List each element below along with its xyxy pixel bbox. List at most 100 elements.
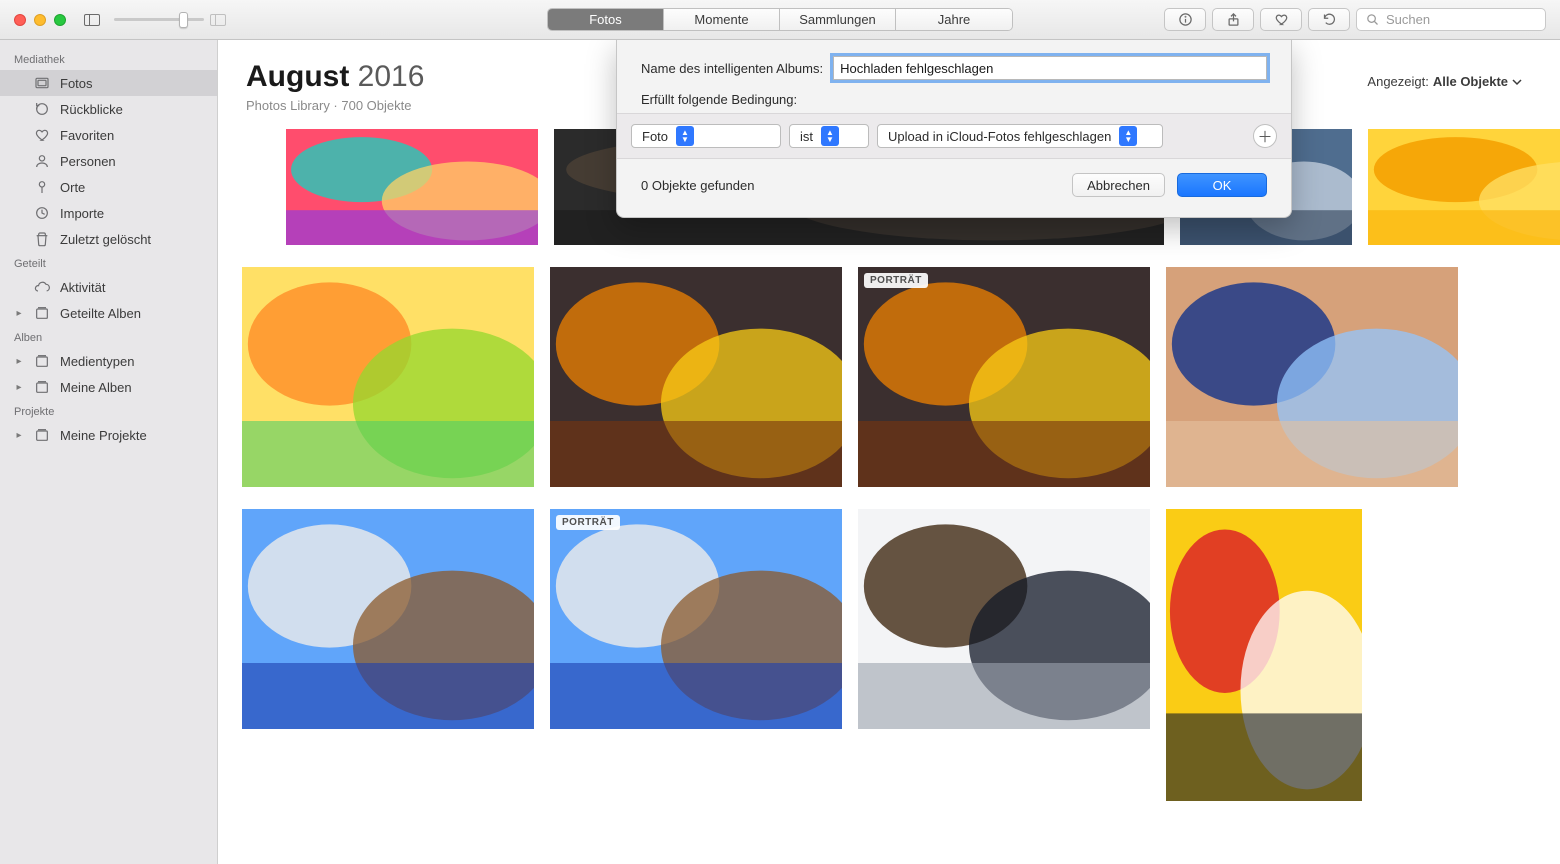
close-window-button[interactable] xyxy=(14,14,26,26)
display-filter-dropdown[interactable]: Angezeigt: Alle Objekte xyxy=(1367,74,1522,89)
person-icon xyxy=(33,152,51,170)
sidebar-item-medientypen[interactable]: ▸ Medientypen xyxy=(0,348,217,374)
disclosure-triangle-icon[interactable]: ▸ xyxy=(14,308,24,319)
sidebar-item-label: Favoriten xyxy=(60,128,207,143)
criteria-field-popup[interactable]: Foto ▲▼ xyxy=(631,124,781,148)
photo-thumbnail[interactable] xyxy=(242,267,534,487)
page-subtitle: Photos Library · 700 Objekte xyxy=(246,98,424,113)
sidebar-toggle-button[interactable] xyxy=(84,14,100,26)
sidebar-item-importe[interactable]: Importe xyxy=(0,200,217,226)
sidebar-item-label: Aktivität xyxy=(60,280,207,295)
sidebar-item-geteilte-alben[interactable]: ▸ Geteilte Alben xyxy=(0,300,217,326)
album-name-input[interactable] xyxy=(833,56,1267,80)
objects-found-label: 0 Objekte gefunden xyxy=(641,178,754,193)
sidebar-item-rückblicke[interactable]: Rückblicke xyxy=(0,96,217,122)
title-month: August xyxy=(246,60,349,93)
photo-grid: PORTRÄT PORTRÄT xyxy=(218,117,1560,825)
sidebar-item-meine-projekte[interactable]: ▸ Meine Projekte xyxy=(0,422,217,448)
search-placeholder: Suchen xyxy=(1386,12,1430,27)
album-icon xyxy=(33,304,51,322)
ok-button[interactable]: OK xyxy=(1177,173,1267,197)
album-name-label: Name des intelligenten Albums: xyxy=(641,61,823,76)
disclosure-triangle-icon[interactable]: ▸ xyxy=(14,356,24,367)
cloud-icon xyxy=(33,278,51,296)
info-icon xyxy=(1178,12,1193,27)
sidebar-item-fotos[interactable]: Fotos xyxy=(0,70,217,96)
slider-thumb[interactable] xyxy=(179,12,188,28)
add-criteria-button[interactable]: ＋ xyxy=(1253,124,1277,148)
criteria-value-popup[interactable]: Upload in iCloud-Fotos fehlgeschlagen ▲▼ xyxy=(877,124,1163,148)
disclosure-triangle-icon[interactable]: ▸ xyxy=(14,430,24,441)
sidebar-item-label: Zuletzt gelöscht xyxy=(60,232,207,247)
rotate-button[interactable] xyxy=(1308,8,1350,31)
tab-jahre[interactable]: Jahre xyxy=(896,9,1012,30)
titlebar: FotosMomenteSammlungenJahre Suchen xyxy=(0,0,1560,40)
portrait-badge: PORTRÄT xyxy=(556,515,620,530)
sidebar-item-aktivität[interactable]: Aktivität xyxy=(0,274,217,300)
sidebar-heading: Geteilt xyxy=(0,252,217,274)
photo-thumbnail[interactable]: PORTRÄT xyxy=(858,267,1150,487)
share-button[interactable] xyxy=(1212,8,1254,31)
disclosure-triangle-icon[interactable]: ▸ xyxy=(14,382,24,393)
conditions-label: Erfüllt folgende Bedingung: xyxy=(641,92,797,107)
page-title: August 2016 xyxy=(246,60,424,94)
album-icon xyxy=(33,352,51,370)
updown-icon: ▲▼ xyxy=(676,126,694,146)
search-field[interactable]: Suchen xyxy=(1356,8,1546,31)
photo-thumbnail[interactable] xyxy=(1166,267,1458,487)
view-segmented-control: FotosMomenteSammlungenJahre xyxy=(547,8,1013,31)
criteria-op-popup[interactable]: ist ▲▼ xyxy=(789,124,869,148)
tab-fotos[interactable]: Fotos xyxy=(548,9,664,30)
title-year: 2016 xyxy=(358,60,425,93)
photo-thumbnail[interactable] xyxy=(550,267,842,487)
sidebar-item-orte[interactable]: Orte xyxy=(0,174,217,200)
zoom-large-icon xyxy=(210,14,226,26)
tab-momente[interactable]: Momente xyxy=(664,9,780,30)
heart-icon xyxy=(33,126,51,144)
toolbar-right: Suchen xyxy=(1164,8,1546,31)
sidebar-item-personen[interactable]: Personen xyxy=(0,148,217,174)
sidebar-item-label: Importe xyxy=(60,206,207,221)
minimize-window-button[interactable] xyxy=(34,14,46,26)
trash-icon xyxy=(33,230,51,248)
heart-icon xyxy=(1274,12,1289,27)
main-content: August 2016 Photos Library · 700 Objekte… xyxy=(218,40,1560,864)
favorite-button[interactable] xyxy=(1260,8,1302,31)
album-icon xyxy=(33,426,51,444)
sidebar-item-label: Rückblicke xyxy=(60,102,207,117)
sidebar-item-label: Geteilte Alben xyxy=(60,306,207,321)
criteria-row: Foto ▲▼ ist ▲▼ Upload in iCloud-Fotos fe… xyxy=(617,113,1291,159)
criteria-op-value: ist xyxy=(800,129,813,144)
info-button[interactable] xyxy=(1164,8,1206,31)
photo-thumbnail[interactable] xyxy=(1166,509,1362,801)
sidebar-heading: Projekte xyxy=(0,400,217,422)
cancel-button[interactable]: Abbrechen xyxy=(1072,173,1165,197)
album-icon xyxy=(33,378,51,396)
portrait-badge: PORTRÄT xyxy=(864,273,928,288)
chevron-down-icon xyxy=(1512,77,1522,87)
sidebar-item-label: Medientypen xyxy=(60,354,207,369)
sidebar-item-favoriten[interactable]: Favoriten xyxy=(0,122,217,148)
criteria-value-text: Upload in iCloud-Fotos fehlgeschlagen xyxy=(888,129,1111,144)
photo-thumbnail[interactable] xyxy=(858,509,1150,729)
photo-thumbnail[interactable] xyxy=(1368,129,1560,245)
thumbnail-zoom-slider[interactable] xyxy=(114,12,204,28)
sidebar-item-label: Meine Projekte xyxy=(60,428,207,443)
tab-sammlungen[interactable]: Sammlungen xyxy=(780,9,896,30)
window-controls xyxy=(14,14,66,26)
sidebar-item-zuletzt-gelöscht[interactable]: Zuletzt gelöscht xyxy=(0,226,217,252)
sidebar-item-meine-alben[interactable]: ▸ Meine Alben xyxy=(0,374,217,400)
photo-thumbnail[interactable] xyxy=(242,509,534,729)
fullscreen-window-button[interactable] xyxy=(54,14,66,26)
photo-thumbnail[interactable]: PORTRÄT xyxy=(550,509,842,729)
sidebar-item-label: Fotos xyxy=(60,76,207,91)
photo-thumbnail[interactable] xyxy=(286,129,538,245)
filter-label: Angezeigt: xyxy=(1367,74,1428,89)
pin-icon xyxy=(33,178,51,196)
filter-value: Alle Objekte xyxy=(1433,74,1508,89)
sidebar: MediathekFotosRückblickeFavoritenPersone… xyxy=(0,40,218,864)
criteria-field-value: Foto xyxy=(642,129,668,144)
sidebar-heading: Alben xyxy=(0,326,217,348)
sidebar-item-label: Personen xyxy=(60,154,207,169)
sidebar-item-label: Meine Alben xyxy=(60,380,207,395)
